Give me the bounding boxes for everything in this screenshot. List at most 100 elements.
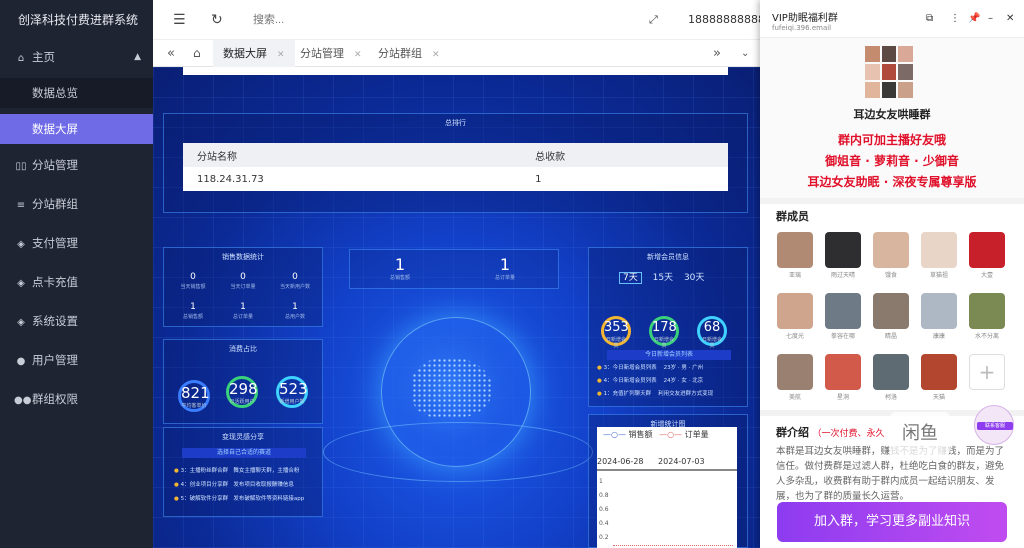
- panel-title: 销售数据统计: [222, 253, 264, 261]
- member-avatar[interactable]: 水不分离: [969, 293, 1005, 340]
- chevron-up-icon: ▲: [134, 52, 141, 62]
- member-avatar[interactable]: 草猫祖: [921, 232, 957, 279]
- promo-line: 御姐音 · 萝莉音 · 少御音: [825, 154, 959, 168]
- totals-panel: 1 总销售额 1 总订单量: [349, 249, 559, 289]
- menu-toggle-icon[interactable]: ☰: [173, 0, 186, 40]
- close-icon[interactable]: ✕: [354, 50, 362, 60]
- join-group-button[interactable]: 加入群，学习更多副业知识: [777, 502, 1007, 542]
- minimize-icon[interactable]: –: [988, 13, 993, 24]
- tab-15days[interactable]: 15天: [653, 273, 673, 283]
- member-avatar[interactable]: 美航: [777, 354, 813, 401]
- tab-branch-manage[interactable]: 分站管理 ✕: [290, 40, 372, 67]
- scroll-left-icon[interactable]: «: [157, 40, 185, 67]
- top-strip: [183, 67, 728, 75]
- user-icon: ●: [16, 356, 26, 367]
- pin-icon[interactable]: 📌: [968, 13, 980, 24]
- fullscreen-icon[interactable]: ⤢: [649, 0, 658, 40]
- tab-30days[interactable]: 30天: [684, 273, 704, 283]
- stat-item: 1 总订单量: [232, 302, 253, 320]
- close-icon[interactable]: ✕: [432, 50, 440, 60]
- member-avatar[interactable]: 柯洛: [873, 354, 909, 401]
- date-label: 2024-06-28: [597, 457, 644, 466]
- username[interactable]: 18888888888: [688, 0, 765, 40]
- member-avatar[interactable]: 星洞: [825, 354, 861, 401]
- tab-7days[interactable]: 7天: [619, 272, 642, 284]
- sidebar-item-group-permissions[interactable]: ●●群组权限: [0, 384, 153, 414]
- member-avatar[interactable]: 睛晶: [873, 293, 909, 340]
- columns-icon: ▯▯: [15, 161, 27, 172]
- list-item[interactable]: ● 1：充值扩列聊天群 利用交友进群方式变现: [597, 388, 713, 401]
- add-member-icon[interactable]: +: [969, 354, 1005, 390]
- sidebar-item-settings[interactable]: ◈ 系统设置: [0, 306, 153, 336]
- panel-title: 消费占比: [229, 345, 257, 353]
- tab-branch-groups[interactable]: 分站群组 ✕: [368, 40, 450, 67]
- close-icon[interactable]: ✕: [1006, 13, 1014, 24]
- list-item[interactable]: ● 4：今日新增会员列表 24岁 · 女 · 北京: [597, 375, 713, 388]
- open-external-icon[interactable]: ⧉: [926, 13, 933, 24]
- stat-item: 1 总销售额: [389, 255, 410, 282]
- date-label: 2024-07-03: [658, 457, 705, 466]
- member-avatar[interactable]: 拳容在哪: [825, 293, 861, 340]
- orbit-ring: [323, 422, 593, 482]
- intro-heading: 群介绍 （一次付费、永久: [776, 424, 885, 440]
- member-avatar[interactable]: 天猫: [921, 354, 957, 401]
- refresh-icon[interactable]: ↻: [211, 0, 223, 40]
- popup-url: fufeiqi.396.email: [772, 24, 832, 32]
- scroll-right-icon[interactable]: »: [703, 40, 731, 67]
- member-avatar[interactable]: 康康: [921, 293, 957, 340]
- table-row[interactable]: 118.24.31.73 1: [183, 167, 728, 191]
- group-popup: VIP助眠福利群 fufeiqi.396.email ⧉ ⋮ 📌 – ✕ 耳边女…: [760, 0, 1024, 548]
- group-avatar: [865, 46, 913, 98]
- stat-ring: 353 日新增会员: [601, 316, 631, 349]
- list-item[interactable]: ● 4：创业项目分享群 发布项目收取报酬赚信息: [174, 478, 304, 492]
- chart-legend: —○— 销售额 —○— 订单量: [603, 430, 709, 439]
- stat-ring: 68 日新增会员: [697, 316, 727, 349]
- home-icon: ⌂: [17, 53, 25, 64]
- list-item[interactable]: ● 5：破解软件分享群 发布破解软件等资料链接app: [174, 492, 304, 506]
- tab-bigscreen[interactable]: 数据大屏 ✕: [213, 40, 295, 67]
- sidebar-item-overview[interactable]: 数据总览: [0, 78, 153, 108]
- range-tabs: 7天 15天 30天: [619, 270, 704, 284]
- sidebar-item-recharge[interactable]: ◈ 点卡充值: [0, 267, 153, 297]
- table-header-row: 分站名称 总收款: [183, 143, 728, 167]
- sidebar: 创泽科技付费进群系统 ⌂ 主页 ▲ 数据总览 数据大屏 ▯▯ 分站管理 ≡ 分站群组 …: [0, 0, 153, 548]
- column-header: 总收款: [521, 143, 728, 167]
- sidebar-item-users[interactable]: ● 用户管理: [0, 345, 153, 375]
- sidebar-item-bigscreen[interactable]: 数据大屏: [0, 114, 153, 144]
- promo-line: 群内可加主播好友哦: [837, 133, 946, 147]
- member-avatar[interactable]: 雨过天晴: [825, 232, 861, 279]
- sidebar-item-home[interactable]: ⌂ 主页 ▲: [0, 42, 153, 72]
- member-list: ● 3：今日新增会员列表 23岁 · 男 · 广州 ● 4：今日新增会员列表 2…: [597, 362, 713, 401]
- sidebar-item-branch-groups[interactable]: ≡ 分站群组: [0, 189, 153, 219]
- home-tab-icon[interactable]: ⌂: [183, 40, 211, 67]
- support-avatar[interactable]: 联系客服: [974, 405, 1014, 445]
- sidebar-item-branch-manage[interactable]: ▯▯ 分站管理: [0, 150, 153, 180]
- close-icon[interactable]: ✕: [277, 50, 285, 60]
- search-input[interactable]: [253, 10, 453, 30]
- list-item[interactable]: ● 3：今日新增会员列表 23岁 · 男 · 广州: [597, 362, 713, 375]
- member-avatar[interactable]: 七度光: [777, 293, 813, 340]
- member-avatar[interactable]: 大壹: [969, 232, 1005, 279]
- share-subtitle: 选择自己合适的赛道: [182, 448, 306, 458]
- share-list: ● 3：主播粉丝群合群 舞女主播聊天群，主播合粉 ● 4：创业项目分享群 发布项…: [174, 464, 304, 506]
- slider-track[interactable]: [597, 467, 737, 471]
- member-avatar[interactable]: 亚璃: [777, 232, 813, 279]
- consumption-panel: 消费占比 821 平均客单价 298 日活跃用户 523 新增用户数: [163, 339, 323, 424]
- brand-title: 创泽科技付费进群系统: [18, 13, 139, 27]
- chevron-down-icon[interactable]: ⌄: [731, 40, 759, 67]
- y-axis: 1 0.8 0.6 0.4 0.2 0: [599, 475, 609, 548]
- table-cell: 118.24.31.73: [197, 173, 264, 185]
- column-header: 分站名称: [183, 143, 522, 167]
- watermark-logo: 闲鱼: [890, 412, 950, 456]
- shield-icon: ◈: [17, 278, 25, 289]
- rank-table: 分站名称 总收款 118.24.31.73 1: [183, 143, 728, 191]
- member-avatar[interactable]: 饿食: [873, 232, 909, 279]
- tick-label: 0.8: [599, 492, 609, 499]
- stat-ring: 298 日活跃用户: [226, 376, 258, 408]
- trend-chart: —○— 销售额 —○— 订单量 2024-06-28 2024-07-03 1 …: [597, 427, 737, 548]
- list-item[interactable]: ● 3：主播粉丝群合群 舞女主播聊天群，主播合粉: [174, 464, 304, 478]
- stat-item: 0 当天订单量: [230, 272, 256, 290]
- more-icon[interactable]: ⋮: [950, 13, 960, 24]
- sidebar-item-payment[interactable]: ◈ 支付管理: [0, 228, 153, 258]
- new-members-panel: 新增会员信息 7天 15天 30天 353 日新增会员 178 日新增会员 68 日新…: [588, 247, 748, 407]
